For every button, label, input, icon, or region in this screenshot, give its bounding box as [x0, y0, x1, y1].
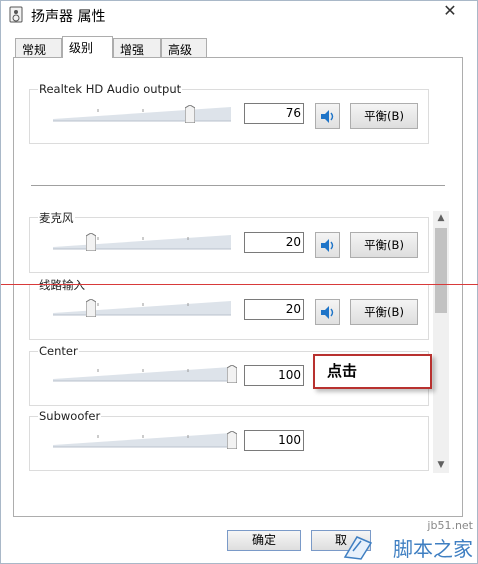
microphone-mute-button[interactable]: [315, 232, 340, 258]
window-title: 扬声器 属性: [31, 9, 106, 25]
line-in-volume-slider[interactable]: [53, 299, 231, 319]
microphone-label: 麦克风: [38, 210, 75, 226]
click-callout: 点击: [313, 354, 432, 389]
scroll-thumb[interactable]: [435, 228, 447, 313]
watermark-logo-icon: [343, 536, 373, 560]
center-slider-thumb[interactable]: [227, 365, 237, 383]
subwoofer-volume-slider[interactable]: [53, 431, 231, 451]
subwoofer-volume-value[interactable]: 100: [244, 430, 304, 451]
center-label: Center: [38, 344, 79, 358]
center-volume-value[interactable]: 100: [244, 365, 304, 386]
subwoofer-label: Subwoofer: [38, 409, 102, 423]
channel-list-scrollbar[interactable]: ▲ ▼: [433, 211, 449, 473]
line-in-mute-button[interactable]: [315, 299, 340, 325]
annotation-marker-line: [1, 284, 478, 285]
ok-button[interactable]: 确定: [227, 530, 301, 551]
watermark-name: 脚本之家: [393, 537, 473, 561]
close-button[interactable]: ✕: [435, 2, 465, 22]
site-watermark: jb51.net 脚本之家: [339, 519, 477, 563]
tab-general[interactable]: 常规: [15, 38, 62, 57]
line-in-balance-button[interactable]: 平衡(B): [350, 299, 418, 325]
watermark-url: jb51.net: [427, 519, 473, 532]
speaker-icon: [321, 110, 334, 123]
scroll-down-icon[interactable]: ▼: [433, 458, 449, 473]
speaker-icon: [321, 239, 334, 252]
microphone-slider-thumb[interactable]: [86, 233, 96, 251]
microphone-balance-button[interactable]: 平衡(B): [350, 232, 418, 258]
speaker-properties-dialog: 扬声器 属性 ✕ 常规 级别 增强 高级 Realtek HD Audio ou…: [0, 0, 478, 564]
master-volume-value[interactable]: 76: [244, 103, 304, 124]
speaker-device-icon: [9, 6, 23, 23]
close-icon: ✕: [443, 1, 457, 20]
microphone-volume-value[interactable]: 20: [244, 232, 304, 253]
master-mute-button[interactable]: [315, 103, 340, 129]
tab-advanced[interactable]: 高级: [161, 38, 207, 57]
microphone-volume-slider[interactable]: [53, 233, 231, 253]
tab-enhancements[interactable]: 增强: [113, 38, 161, 57]
master-balance-button[interactable]: 平衡(B): [350, 103, 418, 129]
master-output-label: Realtek HD Audio output: [38, 82, 183, 96]
master-volume-slider[interactable]: [53, 105, 231, 125]
center-volume-slider[interactable]: [53, 365, 231, 385]
line-in-volume-value[interactable]: 20: [244, 299, 304, 320]
speaker-icon: [321, 306, 334, 319]
master-slider-thumb[interactable]: [185, 105, 195, 123]
line-in-slider-thumb[interactable]: [86, 299, 96, 317]
title-bar: 扬声器 属性 ✕: [1, 1, 477, 30]
subwoofer-slider-thumb[interactable]: [227, 431, 237, 449]
separator-line: [31, 185, 445, 186]
line-in-label: 线路输入: [38, 277, 86, 293]
scroll-up-icon[interactable]: ▲: [433, 211, 449, 226]
tab-levels[interactable]: 级别: [62, 36, 113, 58]
